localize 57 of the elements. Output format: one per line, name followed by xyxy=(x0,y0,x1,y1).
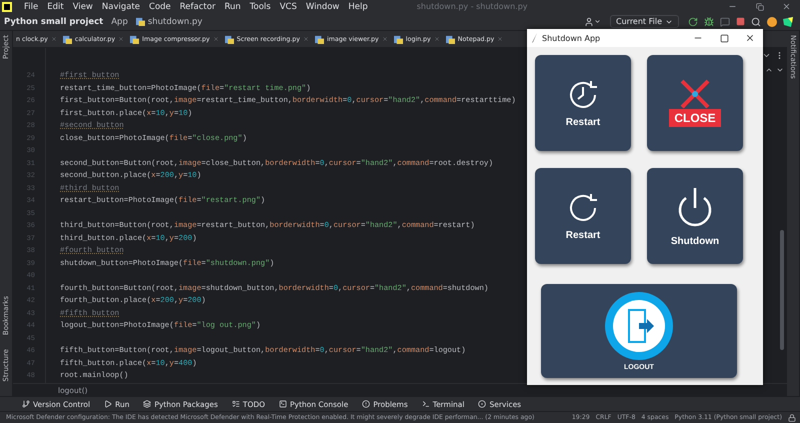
python-file-icon xyxy=(394,34,403,44)
menu-item[interactable]: View xyxy=(72,2,93,12)
clock-restart-icon xyxy=(567,78,599,110)
close-icon[interactable] xyxy=(382,36,388,42)
branch-icon xyxy=(22,400,30,408)
logout-icon xyxy=(605,292,673,360)
app-logo xyxy=(2,2,12,12)
menu-item[interactable]: Run xyxy=(224,2,241,12)
menu-item[interactable]: Edit xyxy=(47,2,64,12)
menu-item[interactable]: Tools xyxy=(250,2,271,12)
scrollbar[interactable] xyxy=(780,230,784,350)
close-icon[interactable] xyxy=(212,36,219,42)
menu-item[interactable]: Navigate xyxy=(102,2,140,12)
stop-icon[interactable] xyxy=(736,17,745,26)
menu-item[interactable]: Window xyxy=(306,2,340,12)
menu-item[interactable]: Refactor xyxy=(180,2,216,12)
rerun-icon[interactable] xyxy=(688,16,698,26)
colorful-logo-icon[interactable] xyxy=(783,16,793,26)
menu-item[interactable]: File xyxy=(24,2,38,12)
terminal-icon xyxy=(422,400,430,408)
search-icon[interactable] xyxy=(751,16,761,26)
python-file-icon xyxy=(446,34,455,44)
close-icon[interactable] xyxy=(118,36,124,42)
alert-icon xyxy=(362,400,370,408)
circle-icon xyxy=(478,400,486,408)
console-icon xyxy=(279,400,288,408)
breadcrumb[interactable]: App xyxy=(111,16,128,26)
play-icon xyxy=(104,400,112,408)
close-icon[interactable] xyxy=(434,36,440,42)
python-file-icon xyxy=(314,34,324,44)
window-title: shutdown.py - shutdown.py xyxy=(416,2,528,11)
close-icon[interactable] xyxy=(497,36,504,42)
restart-icon xyxy=(567,192,599,224)
menu-item[interactable]: Code xyxy=(149,2,171,12)
lock-icon[interactable] xyxy=(788,414,796,422)
close-icon[interactable] xyxy=(50,36,57,42)
bug-icon[interactable] xyxy=(704,16,714,26)
python-file-icon xyxy=(62,34,72,44)
app-button[interactable]: Shutdown xyxy=(647,168,743,264)
feather-icon xyxy=(532,33,538,43)
breadcrumb[interactable]: Python small project xyxy=(4,16,104,26)
list-icon xyxy=(232,400,240,408)
app-button[interactable]: Restart xyxy=(535,55,631,151)
app-button[interactable]: CLOSE xyxy=(647,55,743,151)
tabs-dropdown-icon[interactable] xyxy=(762,51,771,60)
previous-icon[interactable] xyxy=(765,66,773,74)
breadcrumb[interactable]: shutdown.py xyxy=(136,16,202,26)
menu-item[interactable]: Help xyxy=(348,2,368,12)
app-button[interactable]: Restart xyxy=(535,168,631,264)
layers-icon xyxy=(143,400,152,408)
close-icon[interactable] xyxy=(302,36,309,42)
user-icon[interactable] xyxy=(584,16,602,26)
run-configuration-dropdown[interactable]: Current File xyxy=(610,15,679,28)
next-icon[interactable] xyxy=(776,66,784,74)
app-window-title: Shutdown App xyxy=(542,34,600,42)
menu-item[interactable]: VCS xyxy=(280,2,297,12)
python-file-icon xyxy=(224,34,234,44)
